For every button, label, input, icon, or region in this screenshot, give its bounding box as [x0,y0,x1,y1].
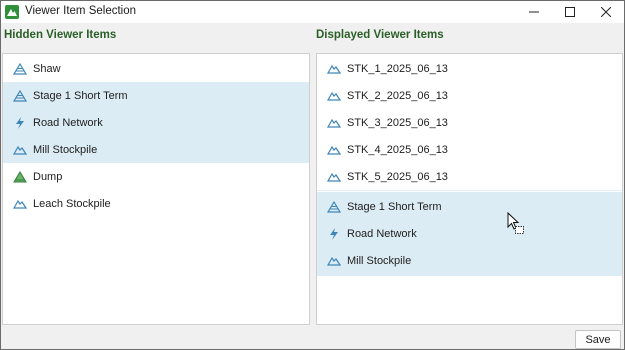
pit-icon [13,62,27,75]
list-item-label: Dump [33,170,63,183]
dump-icon [13,170,27,182]
drop-insertion-line [317,190,622,191]
list-item[interactable]: Dump [3,163,309,190]
stockpile-icon [327,118,341,128]
list-item[interactable]: STK_5_2025_06_13 [317,164,622,190]
list-item-label: Leach Stockpile [33,197,111,210]
app-logo-icon [5,5,19,19]
viewer-item-selection-window: Viewer Item Selection Hidden Viewer Item… [0,0,625,350]
list-item-label: Shaw [33,63,61,75]
displayed-items-header: Displayed Viewer Items [316,29,444,41]
save-button[interactable]: Save [575,330,621,349]
list-item[interactable]: STK_4_2025_06_13 [317,137,622,163]
window-title: Viewer Item Selection [25,5,137,17]
close-icon [601,7,611,17]
list-item[interactable]: Shaw [3,56,309,82]
list-item-label: Road Network [33,116,103,129]
road-network-icon [330,228,338,240]
list-item-label: STK_5_2025_06_13 [347,171,448,183]
stockpile-icon [13,145,27,155]
close-button[interactable] [588,1,624,23]
drag-preview-label: Road Network [347,228,417,240]
title-bar[interactable]: Viewer Item Selection [1,1,624,23]
list-item-label: Mill Stockpile [33,143,98,156]
drag-preview-item: Stage 1 Short Term [317,194,622,220]
maximize-button[interactable] [552,1,588,23]
list-item-label: STK_1_2025_06_13 [347,63,448,75]
list-item[interactable]: Leach Stockpile [3,190,309,217]
stockpile-icon [327,256,341,266]
list-item[interactable]: Stage 1 Short Term [3,82,309,109]
stockpile-icon [327,91,341,101]
drag-preview-label: Stage 1 Short Term [347,201,442,213]
drag-preview-area: Stage 1 Short Term Road Network Mill Sto… [317,192,622,276]
stockpile-icon [13,199,27,209]
list-item-label: STK_4_2025_06_13 [347,144,448,156]
list-item-label: STK_2_2025_06_13 [347,90,448,102]
drag-preview-item: Mill Stockpile [317,248,622,274]
drag-preview-label: Mill Stockpile [347,255,412,267]
list-item[interactable]: STK_2_2025_06_13 [317,83,622,109]
list-item-label: STK_3_2025_06_13 [347,117,448,129]
maximize-icon [565,7,575,17]
road-network-icon [16,116,24,129]
stockpile-icon [327,64,341,74]
stockpile-icon [327,145,341,155]
pit-icon [13,89,27,102]
hidden-items-list[interactable]: Shaw Stage 1 Short Term Road Network Mil… [2,53,310,325]
minimize-button[interactable] [516,1,552,23]
hidden-items-header: Hidden Viewer Items [4,29,117,41]
list-item[interactable]: STK_3_2025_06_13 [317,110,622,136]
minimize-icon [529,11,539,13]
list-item[interactable]: Road Network [3,109,309,136]
list-item-label: Stage 1 Short Term [33,89,128,102]
pit-icon [327,200,341,213]
drag-cursor-icon [507,212,524,234]
drag-preview-item: Road Network [317,221,622,247]
displayed-items-list[interactable]: STK_1_2025_06_13 STK_2_2025_06_13 STK_3_… [316,53,623,325]
stockpile-icon [327,172,341,182]
list-item[interactable]: STK_1_2025_06_13 [317,56,622,82]
list-item[interactable]: Mill Stockpile [3,136,309,163]
